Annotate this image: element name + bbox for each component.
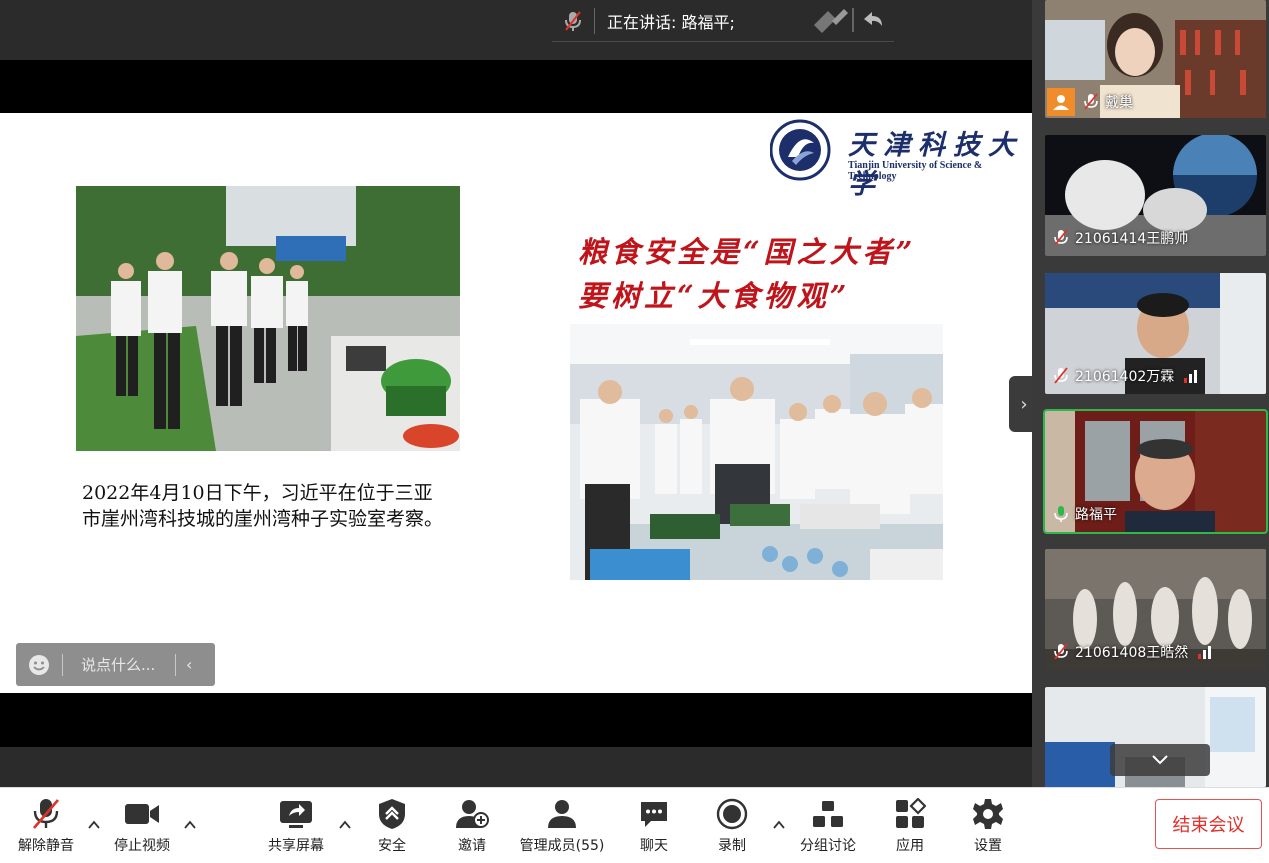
signal-strength-icon (1184, 369, 1198, 383)
add-user-icon (456, 800, 489, 828)
participant-tile[interactable]: 21061402万霖 (1045, 273, 1266, 394)
meeting-window: 正在讲话: 路福平; 天津科技大学 Tianjin University of … (0, 0, 1269, 863)
muted-mic-icon (1084, 93, 1098, 110)
active-mic-icon (1054, 506, 1068, 522)
presentation-slide: 天津科技大学 Tianjin University of Science & T… (0, 113, 1032, 693)
gear-icon (973, 799, 1003, 829)
headline-line-1: 粮食安全是“国之大者” (578, 235, 917, 269)
laboratory-visit-photo (570, 324, 943, 580)
apps-label: 应用 (896, 838, 924, 854)
security-button[interactable]: 安全 (356, 788, 428, 863)
record-label: 录制 (718, 838, 746, 854)
manage-members-button[interactable]: 管理成员(55) (514, 788, 610, 863)
speaking-label: 正在讲话: 路福平; (607, 12, 735, 32)
manage-members-label: 管理成员(55) (519, 838, 605, 854)
muted-mic-icon (1054, 643, 1068, 660)
shield-icon (379, 799, 405, 829)
participant-name: 21061408王皓然 (1075, 645, 1189, 661)
security-label: 安全 (378, 838, 406, 854)
settings-button[interactable]: 设置 (952, 788, 1024, 863)
invite-label: 邀请 (458, 838, 486, 854)
garden-visit-photo (76, 186, 460, 451)
signal-strength-icon (1198, 645, 1212, 659)
participant-label: 戴巢 (1083, 92, 1133, 112)
share-screen-button[interactable]: 共享屏幕 (258, 788, 334, 863)
record-icon (716, 798, 748, 830)
chevron-left-icon[interactable]: ‹ (176, 655, 192, 674)
slide-headline: 粮食安全是“国之大者” 要树立“大食物观” (578, 230, 916, 318)
chat-input-bubble[interactable]: 说点什么... ‹ (16, 643, 215, 686)
share-screen-icon (280, 801, 312, 828)
university-logo: 天津科技大学 Tianjin University of Science & T… (770, 117, 1030, 200)
members-icon (548, 800, 576, 828)
participant-label: 21061414王鹏帅 (1053, 228, 1188, 248)
caption-line-1: 2022年4月10日下午，习近平在位于三亚 (82, 482, 433, 504)
unmute-label: 解除静音 (18, 838, 74, 854)
participant-name: 21061402万霖 (1075, 369, 1175, 385)
meeting-toolbar: 解除静音 停止视频 共享屏幕 安全 邀请 管理成员(55) 聊天 录制 分组讨论… (0, 787, 1269, 863)
scroll-down-button[interactable] (1110, 744, 1210, 776)
settings-label: 设置 (974, 838, 1002, 854)
chevron-up-icon[interactable] (338, 818, 352, 832)
chevron-up-icon[interactable] (183, 818, 197, 832)
invite-button[interactable]: 邀请 (436, 788, 508, 863)
stop-video-button[interactable]: 停止视频 (104, 788, 180, 863)
participant-tile-active[interactable]: 路福平 (1043, 409, 1268, 534)
top-bar: 正在讲话: 路福平; (0, 0, 1032, 60)
annotation-controls[interactable] (808, 4, 888, 36)
apps-icon (896, 798, 926, 828)
breakout-label: 分组讨论 (800, 838, 856, 854)
apps-button[interactable]: 应用 (874, 788, 946, 863)
stop-video-label: 停止视频 (114, 838, 170, 854)
caption-line-2: 市崖州湾科技城的崖州湾种子实验室考察。 (82, 508, 444, 530)
breakout-rooms-icon (813, 801, 843, 827)
bottom-gray-band (0, 747, 1032, 787)
participant-name: 路福平 (1075, 507, 1117, 523)
share-screen-label: 共享屏幕 (268, 838, 324, 854)
chevron-down-icon (1152, 755, 1168, 765)
participant-label: 路福平 (1053, 504, 1117, 524)
photo-caption: 2022年4月10日下午，习近平在位于三亚 市崖州湾科技城的崖州湾种子实验室考察… (82, 480, 502, 532)
participant-label: 21061402万霖 (1053, 366, 1198, 386)
chat-icon (641, 802, 667, 827)
speaking-indicator: 正在讲话: 路福平; (552, 0, 894, 42)
record-button[interactable]: 录制 (696, 788, 768, 863)
muted-mic-icon (1054, 367, 1068, 384)
participant-tile[interactable]: 21061414王鹏帅 (1045, 135, 1266, 256)
chevron-up-icon[interactable] (87, 818, 101, 832)
participant-tile[interactable]: 21061408王皓然 (1045, 549, 1266, 670)
end-meeting-button[interactable]: 结束会议 (1155, 799, 1262, 849)
participant-label: 21061408王皓然 (1053, 642, 1212, 662)
muted-mic-icon (1054, 229, 1068, 246)
shared-screen: 天津科技大学 Tianjin University of Science & T… (0, 60, 1032, 787)
video-camera-icon (125, 804, 159, 824)
chat-placeholder[interactable]: 说点什么... (63, 654, 175, 675)
participant-strip: 戴巢 21061414王鹏帅 21061402万霖 路福平 21061408王皓… (1032, 0, 1269, 787)
university-seal-icon (770, 119, 831, 181)
chat-button[interactable]: 聊天 (618, 788, 690, 863)
participant-name: 戴巢 (1105, 95, 1133, 111)
emoji-icon[interactable] (16, 654, 62, 676)
participant-name: 21061414王鹏帅 (1075, 231, 1189, 247)
university-name-en: Tianjin University of Science & Technolo… (848, 160, 983, 182)
host-avatar-icon (1047, 88, 1075, 116)
chat-label: 聊天 (640, 838, 668, 854)
headline-line-2: 要树立“大食物观” (578, 279, 851, 313)
chevron-right-icon: › (1020, 393, 1028, 415)
breakout-rooms-button[interactable]: 分组讨论 (790, 788, 866, 863)
participant-tile[interactable]: 戴巢 (1045, 0, 1266, 118)
unmute-button[interactable]: 解除静音 (8, 788, 84, 863)
muted-mic-icon (33, 799, 59, 829)
muted-mic-icon (552, 3, 594, 39)
chevron-up-icon[interactable] (772, 818, 786, 832)
